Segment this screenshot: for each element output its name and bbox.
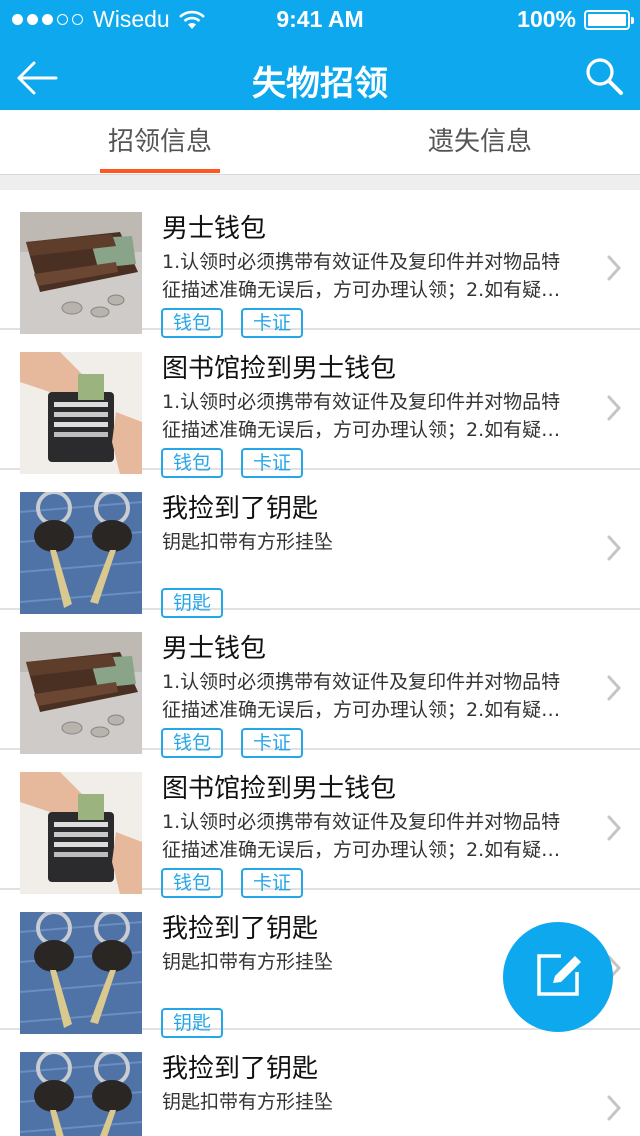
tab-bar: 招领信息 遗失信息 [0, 110, 640, 175]
item-title: 我捡到了钥匙 [162, 914, 319, 944]
list-item[interactable]: 我捡到了钥匙钥匙扣带有方形挂坠钥匙 [0, 1030, 640, 1136]
app-header: Wisedu 9:41 AM 100% 失物招领 [0, 0, 640, 110]
item-description: 1.认领时必须携带有效证件及复印件并对物品特征描述准确无误后，方可办理认领；2.… [162, 811, 561, 861]
tab-found-info[interactable]: 招领信息 [0, 110, 320, 174]
chevron-right-icon [607, 815, 622, 841]
chevron-right-icon [607, 255, 622, 281]
create-post-button[interactable] [503, 922, 613, 1032]
item-title: 我捡到了钥匙 [162, 1054, 319, 1084]
list-item[interactable]: 图书馆捡到男士钱包 1.认领时必须携带有效证件及复印件并对物品特征描述准确无误后，… [0, 750, 640, 898]
chevron-right-icon [607, 395, 622, 421]
item-title: 我捡到了钥匙 [162, 494, 319, 524]
list-item[interactable]: 男士钱包 1.认领时必须携带有效证件及复印件并对物品特征描述准确无误后，方可办理认… [0, 610, 640, 758]
item-description: 1.认领时必须携带有效证件及复印件并对物品特征描述准确无误后，方可办理认领；2.… [162, 671, 561, 721]
item-thumbnail [20, 632, 142, 754]
tab-lost-info[interactable]: 遗失信息 [320, 110, 640, 174]
edit-icon [537, 954, 581, 996]
list-item[interactable]: 我捡到了钥匙钥匙扣带有方形挂坠钥匙 [0, 470, 640, 618]
list-item[interactable]: 图书馆捡到男士钱包 1.认领时必须携带有效证件及复印件并对物品特征描述准确无误后，… [0, 330, 640, 478]
active-tab-indicator [100, 169, 220, 173]
item-thumbnail [20, 912, 142, 1034]
chevron-right-icon [607, 535, 622, 561]
status-bar: Wisedu 9:41 AM 100% [0, 0, 640, 40]
item-title: 图书馆捡到男士钱包 [162, 354, 397, 384]
item-description: 钥匙扣带有方形挂坠 [162, 1091, 334, 1113]
item-description: 钥匙扣带有方形挂坠 [162, 531, 334, 553]
item-thumbnail [20, 1052, 142, 1136]
item-description: 1.认领时必须携带有效证件及复印件并对物品特征描述准确无误后，方可办理认领；2.… [162, 251, 561, 301]
item-thumbnail [20, 212, 142, 334]
battery-percent: 100% [517, 6, 576, 32]
item-thumbnail [20, 772, 142, 894]
item-thumbnail [20, 492, 142, 614]
chevron-right-icon [607, 1095, 622, 1121]
page-title: 失物招领 [252, 64, 388, 104]
item-title: 男士钱包 [162, 634, 267, 664]
battery-icon [584, 9, 634, 30]
battery-status: 100% [517, 6, 634, 33]
chevron-right-icon [607, 675, 622, 701]
item-description: 1.认领时必须携带有效证件及复印件并对物品特征描述准确无误后，方可办理认领；2.… [162, 391, 561, 441]
item-description: 钥匙扣带有方形挂坠 [162, 951, 334, 973]
list-item[interactable]: 男士钱包 1.认领时必须携带有效证件及复印件并对物品特征描述准确无误后，方可办理认… [0, 190, 640, 338]
item-title: 男士钱包 [162, 214, 267, 244]
item-title: 图书馆捡到男士钱包 [162, 774, 397, 804]
search-icon[interactable] [584, 56, 624, 96]
item-thumbnail [20, 352, 142, 474]
section-divider [0, 175, 640, 190]
